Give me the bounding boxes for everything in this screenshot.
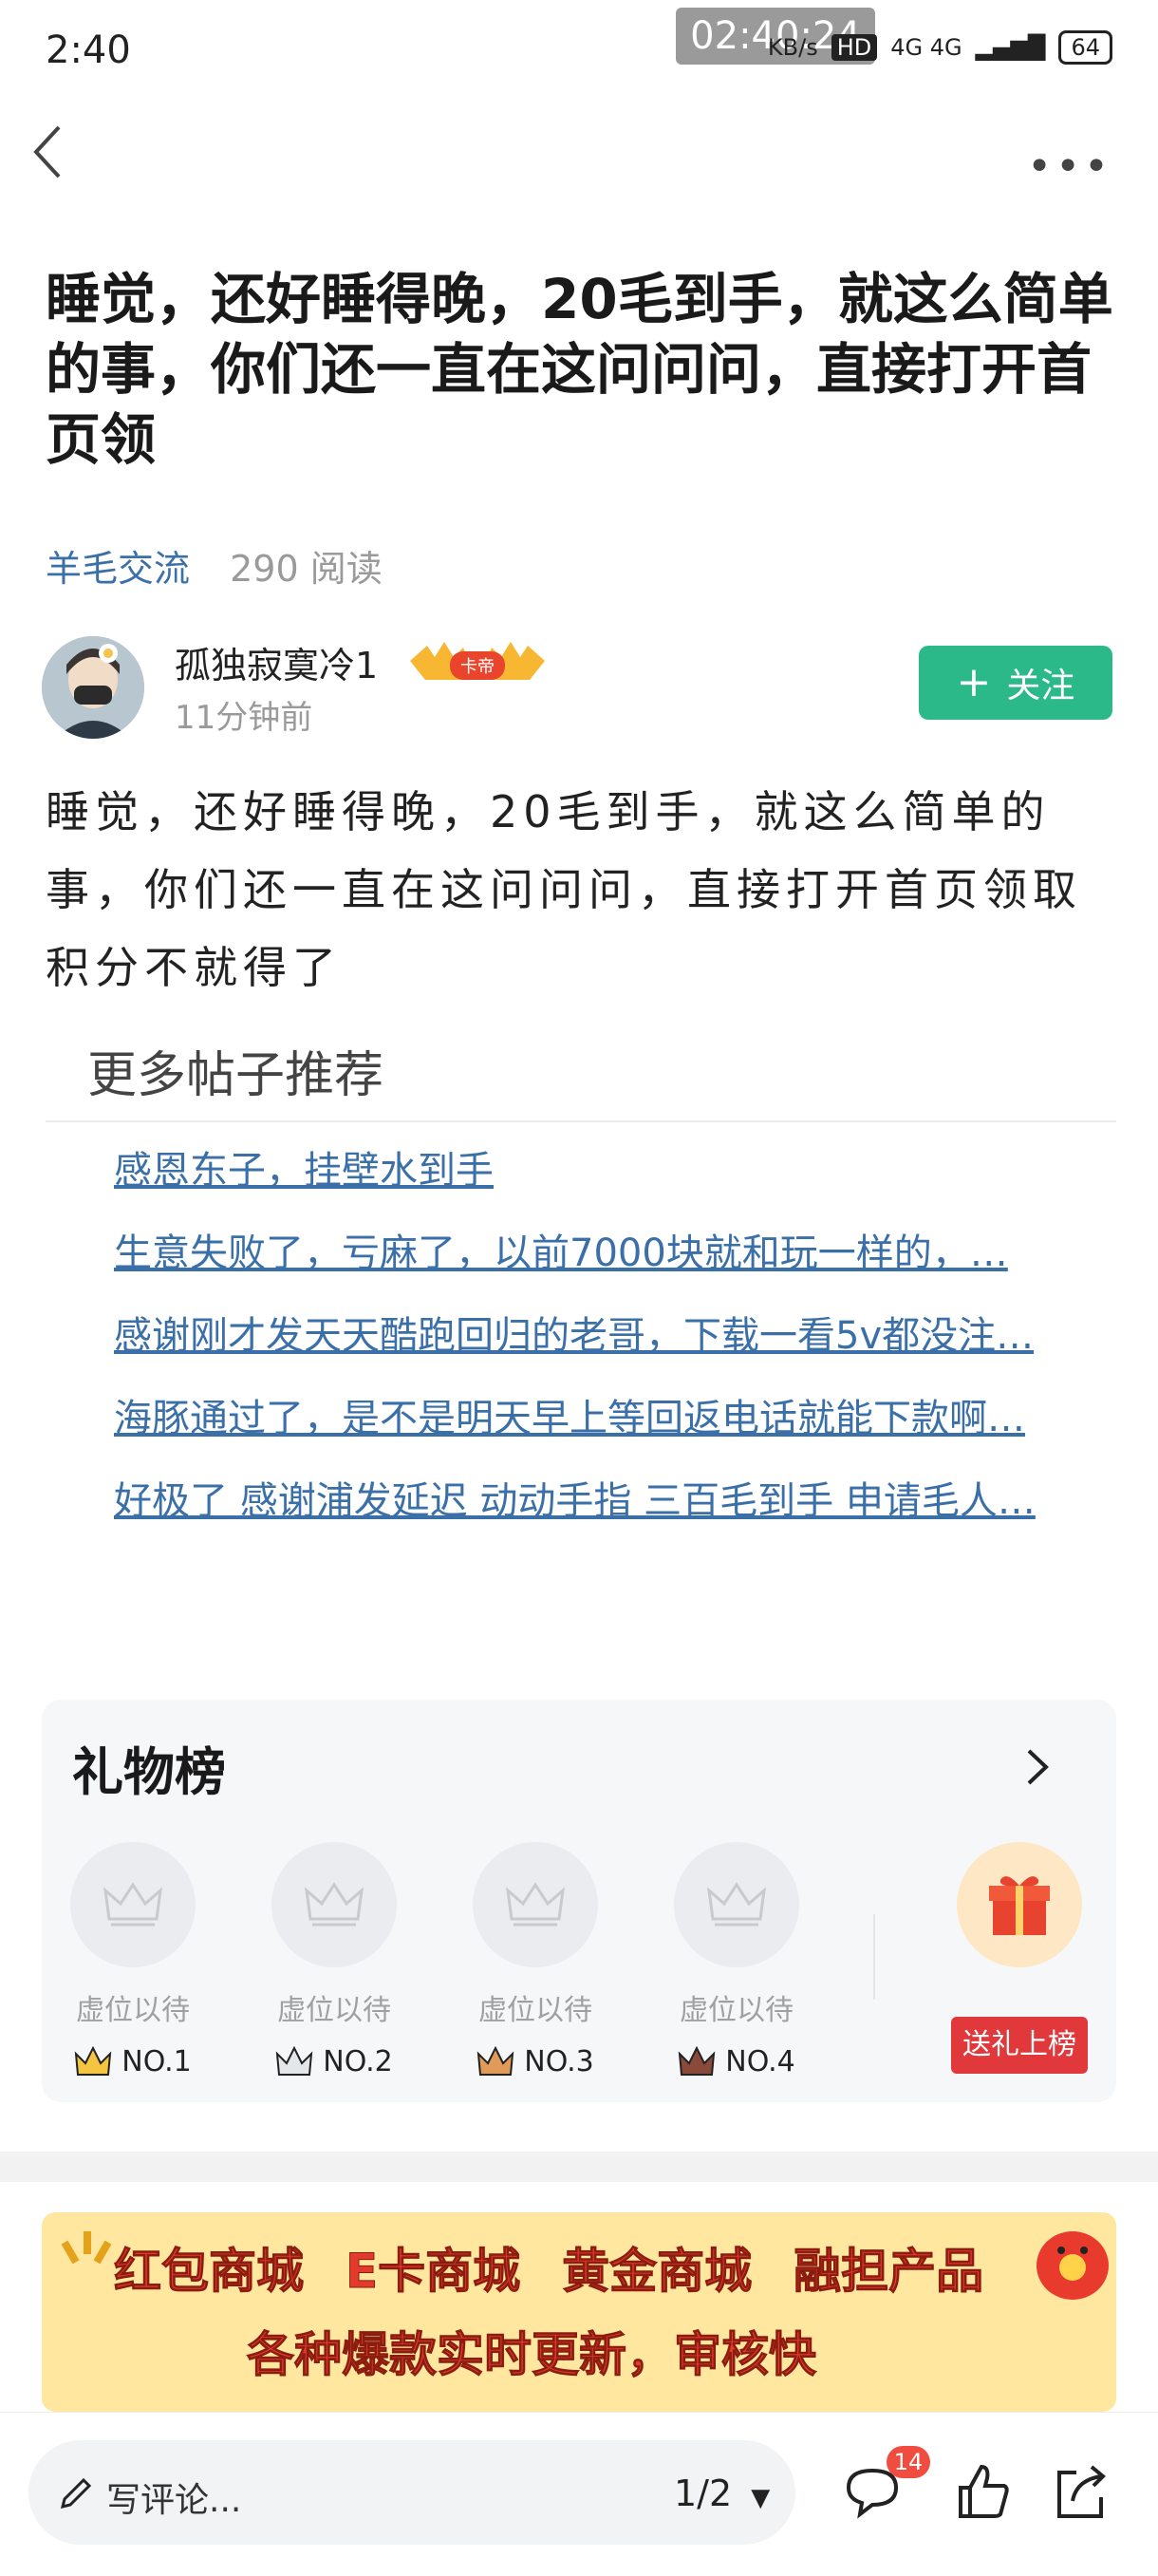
dark-crown-icon [679,2045,716,2076]
plus-icon: + [956,658,992,706]
status-icons: KB/s HD 4G 4G ▂▄▆█ 64 [768,30,1112,65]
bronze-crown-icon [477,2045,514,2076]
gold-crown-icon [75,2045,112,2076]
send-gift-button[interactable]: 送礼上榜 [951,2017,1088,2074]
post-meta: 羊毛交流 290 阅读 [46,539,383,592]
slot-rank: NO.1 [70,2045,196,2078]
share-icon[interactable] [1048,2459,1114,2526]
slot-rank: NO.2 [271,2045,397,2078]
caret-down-icon: ▼ [751,2484,771,2512]
recommend-link[interactable]: 好极了 感谢浦发延迟 动动手指 三百毛到手 申请毛人… [114,1470,1082,1525]
recommend-link[interactable]: 感恩东子，挂壁水到手 [114,1139,1082,1194]
pencil-icon [60,2477,92,2510]
recommend-heading: 更多帖子推荐 [87,1047,384,1104]
follow-button[interactable]: + 关注 [919,646,1112,720]
network-indicator: 4G 4G [890,34,962,61]
recommend-link[interactable]: 海豚通过了，是不是明天早上等回返电话就能下款啊… [114,1387,1082,1442]
gift-slot-3[interactable]: 虚位以待 NO.3 [473,1842,598,2078]
follow-label: 关注 [1006,667,1075,705]
divider [873,1914,875,2000]
post-title: 睡觉，还好睡得晚，20毛到手，就这么简单的事，你们还一直在这问问问，直接打开首页… [46,267,1113,472]
slot-label: 虚位以待 [76,1994,190,2027]
comment-count-badge: 14 [887,2446,930,2478]
comment-placeholder[interactable]: 写评论... [106,2473,241,2522]
gift-slot-1[interactable]: 虚位以待 NO.1 [70,1842,196,2078]
crown-placeholder-icon [70,1842,196,1967]
banner-item[interactable]: 融担产品 [794,2233,984,2302]
recommend-link[interactable]: 生意失败了，亏麻了，以前7000块就和玩一样的，… [114,1222,1082,1277]
crown-placeholder-icon [271,1842,397,1967]
slot-rank: NO.3 [473,2045,598,2078]
author-name[interactable]: 孤独寂寞冷1 [175,636,378,688]
gift-slot-2[interactable]: 虚位以待 NO.2 [271,1842,397,2078]
divider [46,1120,1116,1122]
svg-text:卡帝: 卡帝 [460,657,495,677]
slot-label: 虚位以待 [277,1994,391,2027]
speed-indicator: KB/s [767,34,818,61]
banner-item[interactable]: 黄金商城 [562,2233,753,2302]
chevron-right-icon[interactable] [1018,1743,1055,1791]
category-link[interactable]: 羊毛交流 [46,548,190,590]
signal-icon: ▂▄▆█ [975,34,1046,61]
like-icon[interactable] [949,2459,1016,2526]
more-options-icon[interactable]: ••• [1027,142,1112,191]
author-avatar[interactable] [42,636,144,739]
mascot-icon [1037,2231,1109,2300]
slot-label: 虚位以待 [680,1994,794,2027]
crown-placeholder-icon [473,1842,598,1967]
gift-icon[interactable] [957,1842,1082,1967]
post-body: 睡觉，还好睡得晚，20毛到手，就这么简单的事，你们还一直在这问问问，直接打开首页… [46,786,1082,993]
hd-indicator: HD [831,34,878,61]
gift-board-title: 礼物榜 [72,1742,226,1802]
crown-placeholder-icon [674,1842,799,1967]
read-count: 290 阅读 [230,548,383,590]
banner-tagline: 各种爆款实时更新，审核快 [247,2327,817,2383]
page-indicator[interactable]: 1/2 ▼ [674,2473,770,2514]
status-time: 2:40 [46,28,131,72]
slot-rank: NO.4 [674,2045,799,2078]
recommend-link[interactable]: 感谢刚才发天天酷跑回归的老哥，下载一看5v都没注… [114,1305,1082,1360]
level-badge: 卡帝 [406,638,549,684]
battery-icon: 64 [1058,30,1112,65]
banner-item[interactable]: E卡商城 [345,2233,520,2302]
banner-categories[interactable]: 红包商城 E卡商城 黄金商城 融担产品 [114,2233,1025,2302]
back-arrow-icon[interactable] [27,122,68,182]
slot-label: 虚位以待 [478,1994,592,2027]
gift-slot-4[interactable]: 虚位以待 NO.4 [674,1842,799,2078]
section-separator [0,2152,1158,2182]
banner-item[interactable]: 红包商城 [114,2233,305,2302]
post-time: 11分钟前 [175,699,313,737]
spark-icon [61,2231,112,2265]
silver-crown-icon [276,2045,313,2076]
